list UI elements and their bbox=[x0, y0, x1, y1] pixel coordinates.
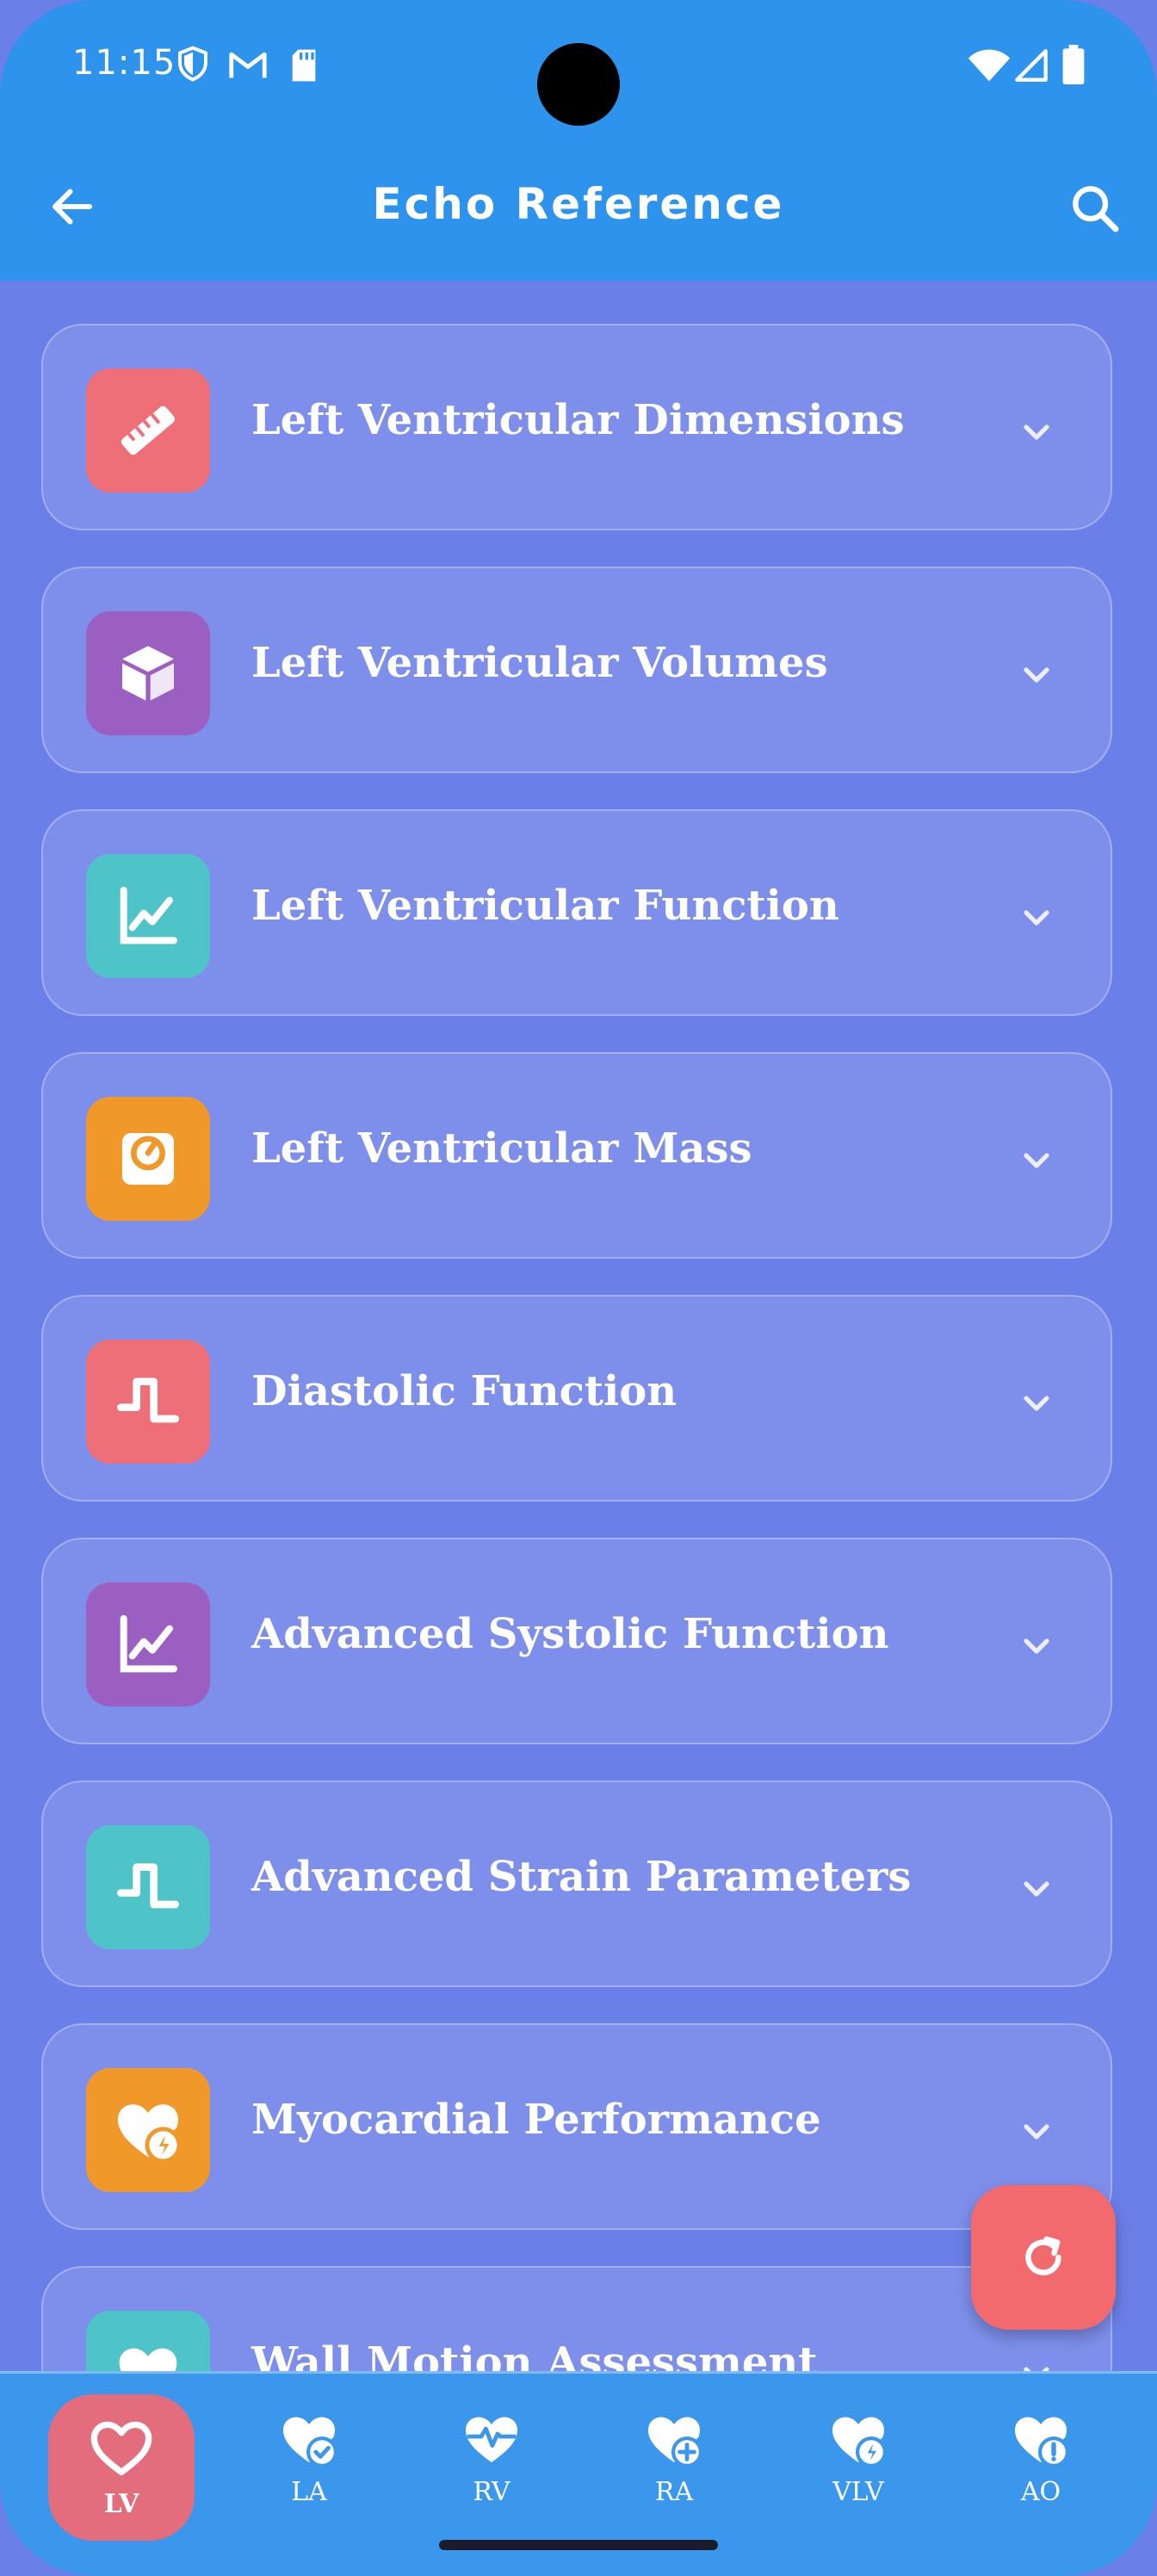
nav-tab-ao[interactable]: AO bbox=[968, 2394, 1114, 2541]
section-list: Left Ventricular Dimensions Left Ventric… bbox=[0, 281, 1157, 2373]
section-card-lv-function[interactable]: Left Ventricular Function bbox=[41, 809, 1112, 1016]
wifi-icon bbox=[968, 49, 1011, 82]
chevron-down-icon bbox=[1024, 1153, 1049, 1168]
chevron-down-icon bbox=[1024, 1881, 1049, 1897]
wave-icon bbox=[86, 1825, 210, 1949]
wave-icon bbox=[86, 1340, 210, 1464]
line-chart-icon bbox=[86, 854, 210, 978]
heart-pulse-icon bbox=[466, 2417, 517, 2462]
status-bar: 11:15 bbox=[0, 0, 1157, 138]
screen: 11:15 Echo Reference Left Ventricular Di… bbox=[0, 0, 1157, 2576]
page-title: Echo Reference bbox=[372, 179, 785, 229]
chevron-down-icon bbox=[1024, 1396, 1049, 1411]
section-label: Diastolic Function bbox=[251, 1367, 677, 1415]
heart-outline-icon bbox=[90, 2421, 152, 2475]
section-card-myocardial-performance[interactable]: Myocardial Performance bbox=[41, 2023, 1112, 2230]
cube-icon bbox=[86, 611, 210, 735]
nav-label: RA bbox=[654, 2477, 694, 2507]
heart-plus-icon bbox=[648, 2417, 703, 2468]
nav-label: AO bbox=[1020, 2477, 1061, 2507]
section-card-advanced-strain[interactable]: Advanced Strain Parameters bbox=[41, 1780, 1112, 1987]
refresh-button[interactable] bbox=[971, 2185, 1116, 2330]
battery-icon bbox=[1062, 45, 1085, 84]
section-label: Myocardial Performance bbox=[251, 2096, 821, 2144]
section-label: Wall Motion Assessment bbox=[251, 2338, 818, 2373]
heart-alert-icon bbox=[1015, 2417, 1070, 2468]
app-header: 11:15 Echo Reference bbox=[0, 0, 1157, 281]
sd-card-icon bbox=[292, 49, 316, 82]
line-chart-icon bbox=[86, 1582, 210, 1706]
section-card-advanced-systolic[interactable]: Advanced Systolic Function bbox=[41, 1538, 1112, 1744]
section-card-lv-dimensions[interactable]: Left Ventricular Dimensions bbox=[41, 324, 1112, 530]
nav-tab-vlv[interactable]: VLV bbox=[785, 2394, 931, 2541]
section-card-lv-volumes[interactable]: Left Ventricular Volumes bbox=[41, 567, 1112, 773]
status-time: 11:15 bbox=[72, 43, 176, 83]
section-label: Left Ventricular Dimensions bbox=[251, 396, 905, 444]
nav-label: LV bbox=[103, 2489, 139, 2519]
chevron-down-icon bbox=[1024, 667, 1049, 683]
nav-tab-lv[interactable]: LV bbox=[48, 2394, 195, 2541]
heart-bolt-icon bbox=[832, 2417, 888, 2468]
section-card-diastolic[interactable]: Diastolic Function bbox=[41, 1295, 1112, 1502]
section-label: Advanced Strain Parameters bbox=[251, 1853, 912, 1901]
heart-icon bbox=[86, 2311, 210, 2373]
chevron-down-icon bbox=[1024, 424, 1049, 440]
heart-bolt-icon bbox=[86, 2068, 210, 2192]
shield-icon bbox=[178, 46, 207, 82]
section-card-wall-motion[interactable]: Wall Motion Assessment bbox=[41, 2266, 1112, 2373]
chevron-down-icon bbox=[1024, 1638, 1049, 1654]
section-label: Left Ventricular Mass bbox=[251, 1124, 752, 1173]
nav-label: RV bbox=[473, 2477, 510, 2507]
section-card-lv-mass[interactable]: Left Ventricular Mass bbox=[41, 1052, 1112, 1259]
chevron-down-icon bbox=[1024, 910, 1049, 926]
search-icon[interactable] bbox=[1067, 181, 1123, 236]
chevron-down-icon bbox=[1024, 2367, 1049, 2373]
section-label: Left Ventricular Function bbox=[251, 882, 839, 930]
nav-tab-rv[interactable]: RV bbox=[418, 2394, 565, 2541]
signal-icon bbox=[1015, 49, 1048, 82]
mail-icon bbox=[229, 52, 267, 78]
nav-tab-la[interactable]: LA bbox=[236, 2394, 382, 2541]
nav-tab-ra[interactable]: RA bbox=[601, 2394, 747, 2541]
scale-icon bbox=[86, 1097, 210, 1221]
ruler-icon bbox=[86, 368, 210, 492]
heart-check-icon bbox=[283, 2417, 338, 2468]
home-indicator bbox=[439, 2540, 718, 2550]
section-label: Left Ventricular Volumes bbox=[251, 639, 828, 687]
refresh-icon bbox=[1025, 2236, 1061, 2276]
nav-label: LA bbox=[291, 2477, 327, 2507]
camera-cutout bbox=[537, 43, 620, 126]
section-label: Advanced Systolic Function bbox=[251, 1610, 889, 1658]
nav-label: VLV bbox=[832, 2477, 884, 2507]
chevron-down-icon bbox=[1024, 2124, 1049, 2139]
